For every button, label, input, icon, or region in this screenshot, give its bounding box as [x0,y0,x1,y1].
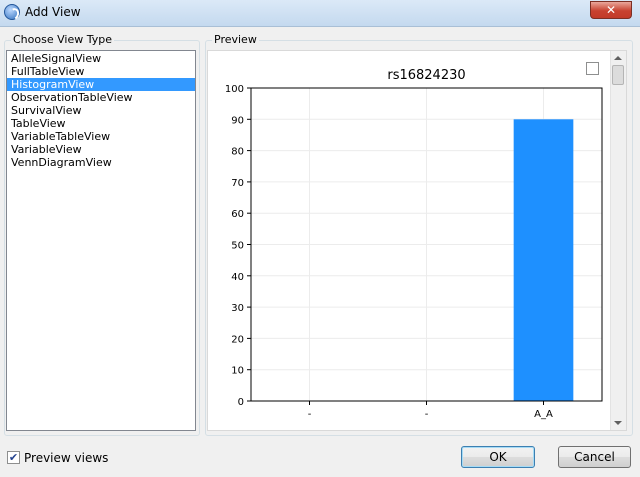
cancel-button[interactable]: Cancel [558,446,631,468]
title-bar: Add View ✕ [0,0,640,27]
y-tick-label: 100 [225,84,244,95]
list-item[interactable]: FullTableView [7,65,195,78]
list-item[interactable]: AlleleSignalView [7,52,195,65]
y-tick-label: 70 [231,178,244,189]
y-tick-label: 50 [231,241,244,252]
close-button[interactable]: ✕ [590,1,632,19]
y-tick-label: 80 [231,147,244,158]
ok-button[interactable]: OK [461,446,535,468]
list-item[interactable]: ObservationTableView [7,91,195,104]
bar [513,119,574,402]
list-item[interactable]: SurvivalView [7,104,195,117]
x-tick-label: - [308,409,312,420]
list-item[interactable]: VennDiagramView [7,156,195,169]
x-tick-label: - [425,409,429,420]
histogram-chart: rs16824230 0 10 20 30 40 50 60 70 80 90 100 - - A_A [225,68,603,420]
y-tick-label: 40 [231,272,244,283]
preview-views-checkbox[interactable]: ✔ [7,451,20,464]
checkmark-icon: ✔ [8,451,19,464]
vertical-scrollbar[interactable] [610,51,626,430]
view-type-list[interactable]: AlleleSignalView FullTableView HistogramVi… [6,50,196,431]
preview-option-checkbox[interactable] [586,62,599,75]
list-item[interactable]: VariableTableView [7,130,195,143]
list-item[interactable]: VariableView [7,143,195,156]
window-title: Add View [25,5,81,19]
list-item[interactable]: TableView [7,117,195,130]
scroll-down-icon[interactable] [614,421,622,425]
list-item[interactable]: HistogramView [7,78,195,91]
scroll-up-icon[interactable] [614,56,622,60]
y-tick-label: 0 [238,397,244,408]
preview-label: Preview [212,33,259,46]
y-tick-label: 10 [231,366,244,377]
scroll-thumb[interactable] [612,65,624,85]
app-icon [4,4,20,20]
preview-panel: rs16824230 0 10 20 30 40 50 60 70 80 90 100 - - A_A [207,50,627,431]
preview-views-label: Preview views [24,451,109,465]
y-tick-label: 30 [231,303,244,314]
x-tick-label: A_A [534,409,553,420]
y-tick-label: 90 [231,115,244,126]
chart-title: rs16824230 [387,68,465,83]
y-tick-label: 60 [231,209,244,220]
choose-view-type-label: Choose View Type [11,33,114,46]
y-tick-label: 20 [231,334,244,345]
